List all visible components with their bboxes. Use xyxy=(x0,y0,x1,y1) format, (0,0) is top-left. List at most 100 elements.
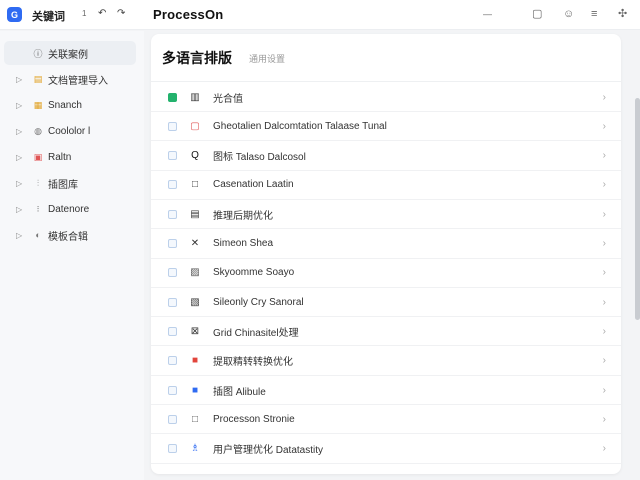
row-checkbox[interactable] xyxy=(168,239,177,248)
row-checkbox[interactable] xyxy=(168,356,177,366)
sidebar-item[interactable]: ▷ ▣ Raltn xyxy=(4,145,136,169)
row-checkbox[interactable] xyxy=(168,414,177,424)
sidebar-item-label: Datenore xyxy=(48,203,90,215)
sidebar-item-label: 模板合辑 xyxy=(48,231,88,243)
row-label: Casenation Laatin xyxy=(213,179,294,191)
list-item[interactable]: ♗ 用户管理优化 Datatastity › xyxy=(151,435,621,464)
chevron-right-icon[interactable]: › xyxy=(603,385,606,396)
app-logo-icon[interactable]: G xyxy=(7,7,22,22)
list-item[interactable]: ✕ Simeon Shea › xyxy=(151,230,621,259)
row-label: Gheotalien Dalcomtation Talaase Tunal xyxy=(213,120,387,132)
sidebar-item[interactable]: ▷ ⫶ 插图库 xyxy=(4,171,136,195)
tree-icon: ⫶ xyxy=(36,177,40,188)
list-item[interactable]: ▤ 推理后期优化 › xyxy=(151,200,621,230)
doc-icon: ▤ xyxy=(190,208,200,220)
chevron-right-icon[interactable]: › xyxy=(603,238,606,249)
row-checkbox[interactable] xyxy=(168,180,177,190)
chevron-right-icon[interactable]: ▷ xyxy=(16,231,22,240)
sidebar-item-label: 关联案例 xyxy=(48,49,88,61)
info-circle-icon: ⓘ xyxy=(33,48,43,59)
list-item[interactable]: □ Processon Stronie › xyxy=(151,405,621,435)
chevron-right-icon[interactable]: › xyxy=(603,355,606,366)
row-checkbox[interactable] xyxy=(168,297,177,307)
row-checkbox[interactable] xyxy=(168,209,177,219)
chevron-right-icon[interactable]: ▷ xyxy=(16,179,22,188)
row-label: Simeon Shea xyxy=(213,238,274,249)
chevron-right-icon[interactable]: ▷ xyxy=(16,127,22,136)
sidebar-item[interactable]: ⓘ 关联案例 xyxy=(4,41,136,65)
chevron-right-icon[interactable]: › xyxy=(603,121,606,132)
sidebar-item[interactable]: ▷ ▤ 文档管理导入 xyxy=(4,67,136,91)
minimize-icon[interactable]: — xyxy=(483,7,492,21)
chevron-right-icon[interactable]: › xyxy=(603,179,606,190)
page-counter: 1 xyxy=(82,9,87,18)
sidebar-item[interactable]: ▷ ⁝ Datenore xyxy=(4,197,136,221)
square-icon[interactable]: ▢ xyxy=(532,7,542,21)
people-icon: ♗ xyxy=(190,443,200,455)
outline-square-icon: □ xyxy=(191,413,199,425)
smile-icon[interactable]: ☺ xyxy=(563,7,574,21)
list-item[interactable]: ▧ Sileonly Cry Sanoral › xyxy=(151,288,621,318)
scrollbar-thumb[interactable] xyxy=(635,98,640,320)
list-item[interactable]: ▥ 光合值 › xyxy=(151,83,621,112)
grid-icon: ▥ xyxy=(190,91,200,103)
list-item[interactable]: ▨ Skyoomme Soayo › xyxy=(151,259,621,288)
sidebar-item-label: Raltn xyxy=(48,151,72,163)
image-icon: ▨ xyxy=(190,267,200,279)
chevron-right-icon[interactable]: › xyxy=(603,150,606,161)
list-item[interactable]: ■ 提取精转转换优化 › xyxy=(151,347,621,376)
row-checkbox[interactable] xyxy=(168,151,177,161)
chevron-right-icon[interactable]: ▷ xyxy=(16,205,22,214)
row-checkbox[interactable] xyxy=(168,121,177,131)
chevron-right-icon[interactable]: › xyxy=(603,209,606,220)
chevron-right-icon[interactable]: ▷ xyxy=(16,75,22,84)
chevron-right-icon[interactable]: › xyxy=(603,414,606,425)
sidebar-item-label: 文档管理导入 xyxy=(48,75,108,87)
row-label: 推理后期优化 xyxy=(213,210,273,222)
panel-divider xyxy=(151,81,621,82)
row-checkbox[interactable] xyxy=(168,326,177,336)
chevron-right-icon[interactable]: ▷ xyxy=(16,101,22,110)
list-item[interactable]: □ Casenation Laatin › xyxy=(151,171,621,200)
row-checkbox[interactable] xyxy=(168,92,177,102)
undo-icon[interactable]: ↶ xyxy=(98,8,106,20)
square-icon: □ xyxy=(191,179,199,191)
chevron-right-icon[interactable]: ▷ xyxy=(16,153,22,162)
settings-panel: 多语言排版 通用设置 ▥ 光合值 › ▢ Gheotalien Dalcomtation… xyxy=(151,34,621,474)
blue-square-icon: ■ xyxy=(191,384,199,396)
chevron-right-icon[interactable]: › xyxy=(603,267,606,278)
crossed-icon: ✕ xyxy=(190,238,200,249)
settings-icon[interactable]: ✣ xyxy=(618,7,627,21)
row-label: 光合值 xyxy=(213,93,243,105)
shield-icon: ◍ xyxy=(34,125,42,136)
copy-icon: ▧ xyxy=(190,296,200,308)
chevron-right-icon[interactable]: › xyxy=(603,297,606,308)
list-item[interactable]: Q 图标 Talaso Dalcosol › xyxy=(151,142,621,171)
sidebar: ⓘ 关联案例 ▷ ▤ 文档管理导入 ▷ ▦ Snanch ▷ ◍ Coololor l ▷ ▣ Raltn… xyxy=(0,31,144,480)
row-checkbox[interactable] xyxy=(168,385,177,395)
row-checkbox[interactable] xyxy=(168,444,177,454)
list-item[interactable]: ⊠ Grid Chinasitel处理 › xyxy=(151,317,621,347)
panel-subtitle[interactable]: 通用设置 xyxy=(249,52,285,65)
list-item[interactable]: ▢ Gheotalien Dalcomtation Talaase Tunal › xyxy=(151,112,621,142)
panel-title: 多语言排版 xyxy=(162,50,232,66)
lock-icon: ▢ xyxy=(190,120,200,132)
list-item[interactable]: ■ 插图 Alibule › xyxy=(151,376,621,405)
x-grid-icon: ⊠ xyxy=(190,325,200,337)
chevron-right-icon[interactable]: › xyxy=(603,92,606,103)
sidebar-item[interactable]: ▷ ▦ Snanch xyxy=(4,93,136,117)
row-label: 图标 Talaso Dalcosol xyxy=(213,152,306,164)
sidebar-item[interactable]: ▷ ◐ 模板合辑 xyxy=(4,223,136,247)
brand-title: ProcessOn xyxy=(153,7,224,22)
leaf-icon: ◐ xyxy=(35,230,41,240)
row-checkbox[interactable] xyxy=(168,268,177,278)
folder-icon: ▤ xyxy=(33,73,43,84)
sidebar-item-label: 插图库 xyxy=(48,179,78,191)
dots-icon: ⁝ xyxy=(36,203,40,214)
chevron-right-icon[interactable]: › xyxy=(603,326,606,337)
row-label: Skyoomme Soayo xyxy=(213,267,295,279)
redo-icon[interactable]: ↷ xyxy=(117,8,125,20)
sidebar-item[interactable]: ▷ ◍ Coololor l xyxy=(4,119,136,143)
menu-icon[interactable]: ≡ xyxy=(591,7,597,21)
chevron-right-icon[interactable]: › xyxy=(603,443,606,454)
